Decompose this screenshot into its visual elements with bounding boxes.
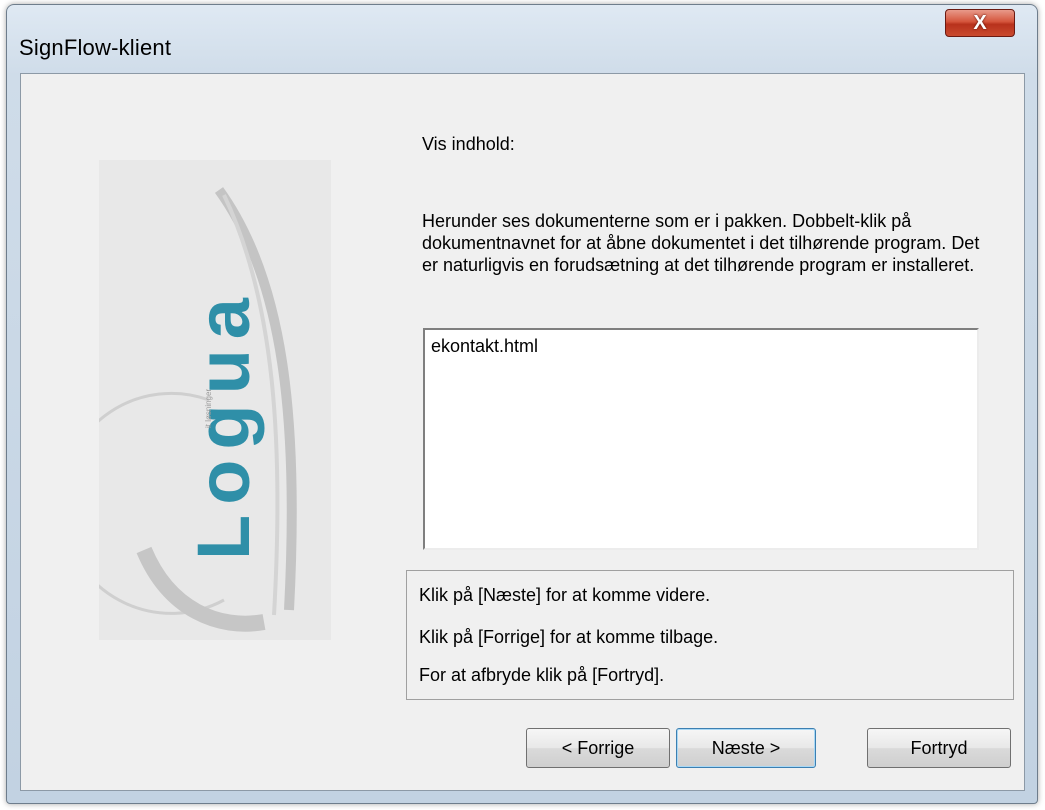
logo-graphic: Logua it løsninger	[59, 187, 297, 632]
dialog-body: Logua it løsninger Vis indhold: Herunder…	[20, 73, 1025, 791]
instructions-text: Herunder ses dokumenterne som er i pakke…	[422, 211, 980, 275]
info-next-hint: Klik på [Næste] for at komme videre.	[419, 585, 711, 605]
logua-logo: Logua it løsninger	[59, 160, 331, 640]
close-icon: X	[973, 12, 987, 34]
info-cancel-hint: For at afbryde klik på [Fortryd].	[419, 665, 665, 685]
logo-tagline: it løsninger	[204, 389, 213, 428]
back-button[interactable]: < Forrige	[526, 728, 670, 768]
info-panel: Klik på [Næste] for at komme videre. Kli…	[406, 570, 1014, 700]
title-bar[interactable]: SignFlow-klient X	[7, 5, 1037, 65]
cancel-button[interactable]: Fortryd	[867, 728, 1011, 768]
document-list[interactable]: ekontakt.html	[423, 328, 979, 550]
list-item[interactable]: ekontakt.html	[431, 336, 538, 357]
window-title: SignFlow-klient	[19, 35, 172, 60]
info-back-hint: Klik på [Forrige] for at komme tilbage.	[419, 627, 719, 647]
next-button[interactable]: Næste >	[676, 728, 816, 768]
close-button[interactable]: X	[945, 9, 1015, 37]
logo-wordmark: Logua	[182, 288, 265, 560]
dialog-window: SignFlow-klient X Logua it løsninger Vis…	[6, 4, 1038, 804]
page-heading: Vis indhold:	[422, 134, 515, 154]
